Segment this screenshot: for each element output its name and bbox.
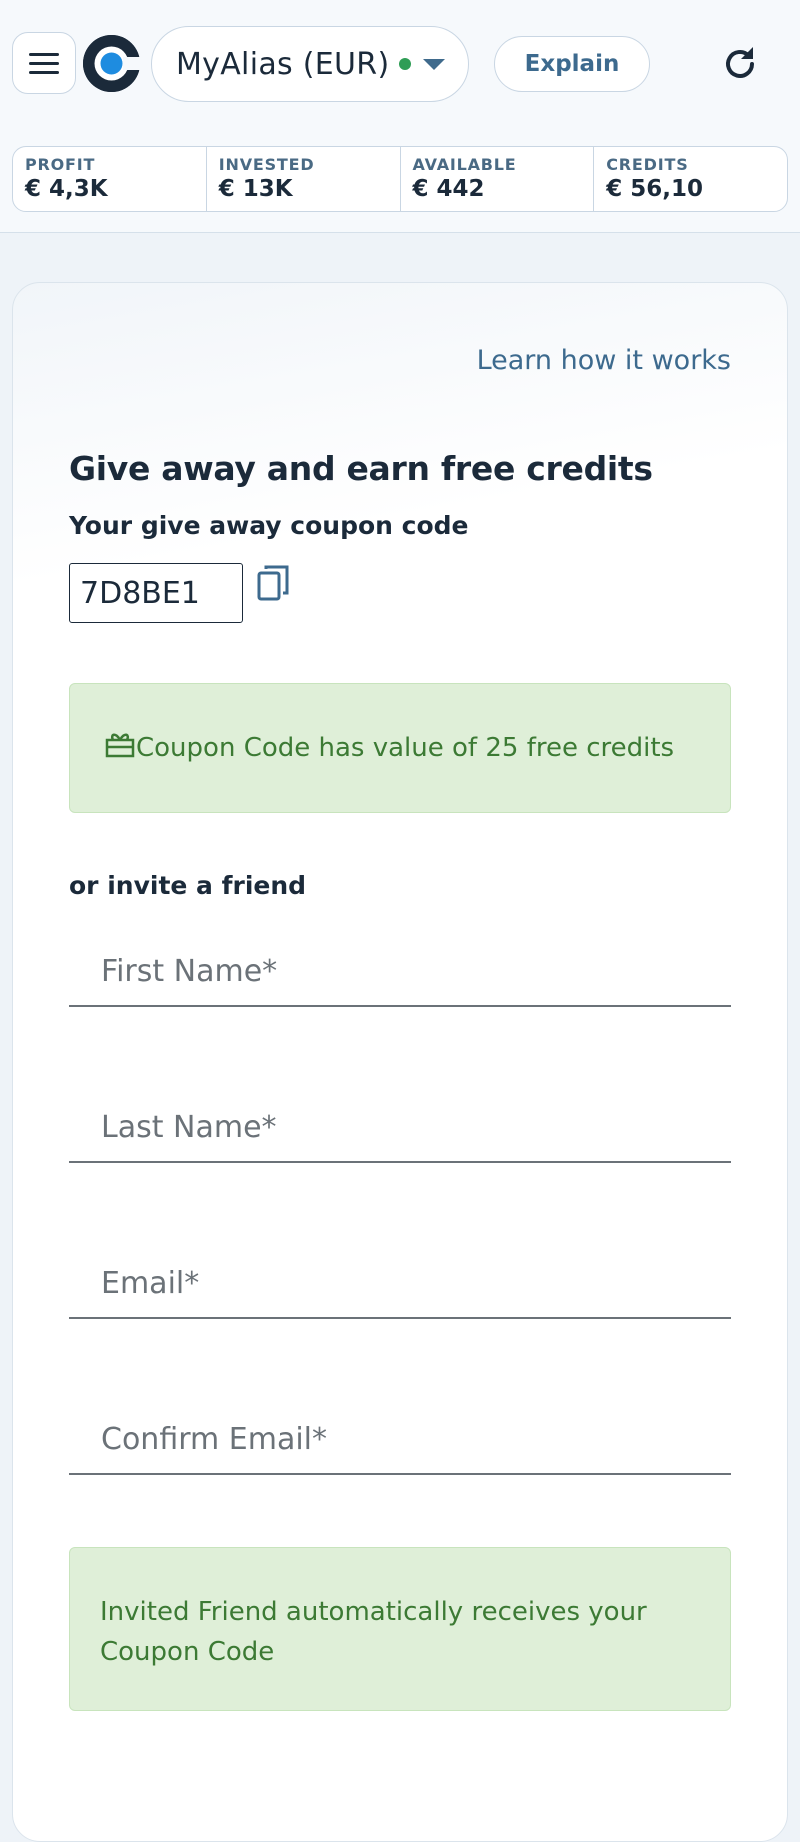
- giveaway-card: Learn how it works Give away and earn fr…: [12, 282, 788, 1842]
- stat-credits: CREDITS € 56,10: [594, 147, 787, 211]
- stat-label: AVAILABLE: [412, 155, 517, 174]
- stats-bar: PROFIT € 4,3K INVESTED € 13K AVAILABLE €…: [0, 128, 800, 233]
- coupon-label: Your give away coupon code: [69, 511, 469, 540]
- account-selector[interactable]: MyAlias (EUR): [151, 26, 469, 102]
- coupon-value-text: Coupon Code has value of 25 free credits: [136, 733, 675, 763]
- first-name-input[interactable]: [69, 937, 731, 1005]
- stat-label: INVESTED: [218, 155, 315, 174]
- gift-icon: [105, 733, 135, 758]
- stat-value: € 56,10: [606, 176, 704, 202]
- status-dot: [399, 58, 412, 70]
- confirm-email-input[interactable]: [69, 1405, 731, 1473]
- first-name-field: [69, 937, 731, 1007]
- refresh-icon[interactable]: [720, 44, 760, 84]
- stat-value: € 4,3K: [25, 176, 108, 202]
- explain-button[interactable]: Explain: [494, 36, 650, 92]
- invite-label: or invite a friend: [69, 871, 307, 900]
- stat-label: PROFIT: [25, 155, 96, 174]
- brand-logo[interactable]: [83, 35, 140, 92]
- email-field: [69, 1249, 731, 1319]
- email-input[interactable]: [69, 1249, 731, 1317]
- stat-label: CREDITS: [606, 155, 689, 174]
- hamburger-icon: [29, 52, 59, 56]
- coupon-value-alert: Coupon Code has value of 25 free credits: [69, 683, 731, 813]
- learn-how-link[interactable]: Learn how it works: [477, 345, 731, 376]
- stat-value: € 442: [412, 176, 485, 202]
- stat-value: € 13K: [218, 176, 293, 202]
- stat-available: AVAILABLE € 442: [401, 147, 595, 211]
- stat-profit: PROFIT € 4,3K: [13, 147, 207, 211]
- last-name-field: [69, 1093, 731, 1163]
- page-title: Give away and earn free credits: [69, 449, 653, 488]
- copy-icon[interactable]: [257, 565, 293, 605]
- stat-invested: INVESTED € 13K: [207, 147, 401, 211]
- last-name-input[interactable]: [69, 1093, 731, 1161]
- account-name: MyAlias (EUR): [176, 46, 390, 82]
- menu-button[interactable]: [12, 32, 76, 94]
- invite-info-alert: Invited Friend automatically receives yo…: [69, 1547, 731, 1711]
- stats-box: PROFIT € 4,3K INVESTED € 13K AVAILABLE €…: [12, 146, 788, 212]
- top-bar: MyAlias (EUR) Explain: [0, 0, 800, 129]
- confirm-email-field: [69, 1405, 731, 1475]
- coupon-code-field[interactable]: [69, 563, 243, 623]
- chevron-down-icon: [423, 58, 446, 70]
